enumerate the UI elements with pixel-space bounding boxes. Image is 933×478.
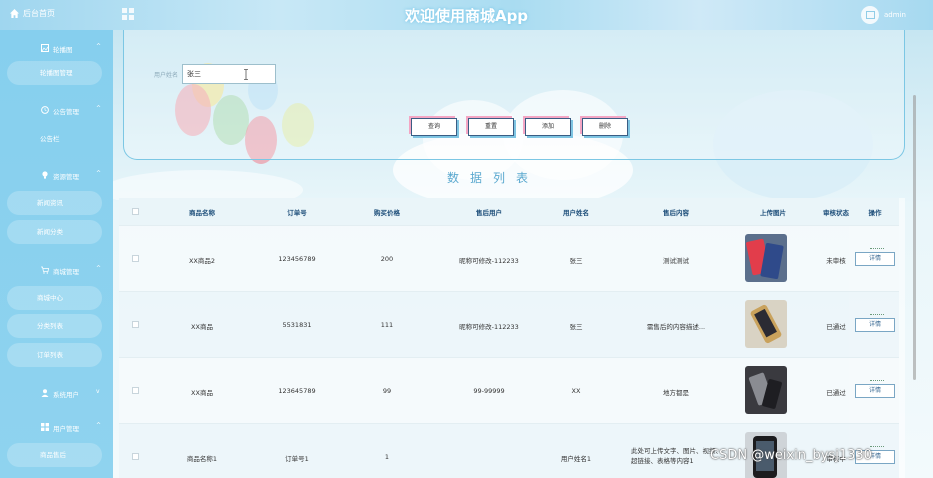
sidebar-group-banner[interactable]: 轮播图 ^ — [0, 37, 113, 59]
cell-content: 测试测试 — [663, 257, 689, 265]
sidebar-item-order-list[interactable]: 订单列表 — [7, 343, 102, 367]
cell-after-user: 昵称可修改-112233 — [459, 257, 519, 265]
chevron-up-icon: ^ — [96, 105, 102, 112]
col-after-user[interactable]: 售后用户 — [476, 207, 502, 217]
col-status[interactable]: 审核状态 — [823, 207, 849, 217]
col-product-name[interactable]: 商品名称 — [189, 207, 215, 217]
table-row: XX商品 5531831 111 昵称可修改-112233 张三 需售后的内容描… — [119, 291, 899, 357]
detail-button[interactable]: 详情 — [855, 248, 895, 266]
sidebar-group-label: 系统用户 — [53, 391, 79, 399]
chevron-up-icon: ^ — [96, 422, 102, 429]
cell-status: 已通过 — [826, 389, 846, 397]
cell-content: 需售后的内容描述... — [646, 323, 706, 331]
sidebar-item-news[interactable]: 新闻资讯 — [7, 191, 102, 215]
row-checkbox[interactable] — [132, 453, 139, 460]
cell-product-name: XX商品2 — [188, 257, 216, 265]
cart-icon — [41, 266, 49, 274]
cell-price: 99 — [382, 387, 392, 395]
add-button[interactable]: 添加 — [525, 118, 571, 136]
user-name-input[interactable] — [182, 64, 276, 84]
query-button[interactable]: 查询 — [411, 118, 457, 136]
image-icon — [865, 11, 875, 19]
phone-dark-icon[interactable] — [745, 366, 787, 414]
row-checkbox[interactable] — [132, 255, 139, 262]
cell-price: 111 — [380, 321, 394, 329]
sidebar-group-user-manage[interactable]: 用户管理 ^ — [0, 416, 113, 438]
cell-order-no: 123645789 — [278, 387, 316, 395]
sidebar-group-resource[interactable]: 资源管理 ^ — [0, 164, 113, 186]
cell-user-name: 用户姓名1 — [560, 455, 592, 463]
cell-product-name: XX商品 — [191, 323, 213, 331]
cell-price: 200 — [380, 255, 394, 263]
col-user-name[interactable]: 用户姓名 — [563, 207, 589, 217]
sidebar-item-mall-center[interactable]: 商城中心 — [7, 286, 102, 310]
col-image[interactable]: 上传图片 — [760, 207, 786, 217]
table-row: XX商品 123645789 99 99-99999 XX 地方都是 已通过 详… — [119, 357, 899, 423]
detail-button[interactable]: 详情 — [855, 380, 895, 398]
chevron-down-icon: v — [96, 388, 100, 395]
cell-after-user: 99-99999 — [473, 387, 505, 395]
sidebar-item-banner-manage[interactable]: 轮播图管理 — [7, 61, 102, 85]
row-checkbox[interactable] — [132, 321, 139, 328]
sidebar-group-mall[interactable]: 商城管理 ^ — [0, 259, 113, 281]
sidebar-group-system-user[interactable]: 系统用户 v — [0, 382, 113, 404]
vertical-scrollbar[interactable] — [913, 95, 916, 380]
avatar[interactable] — [861, 6, 879, 24]
sidebar-item-category-list[interactable]: 分类列表 — [7, 314, 102, 338]
cell-order-no: 5531831 — [282, 321, 312, 329]
cell-after-user: 昵称可修改-112233 — [459, 323, 519, 331]
chevron-up-icon: ^ — [96, 43, 102, 50]
chevron-up-icon: ^ — [96, 170, 102, 177]
col-order-no[interactable]: 订单号 — [287, 207, 307, 217]
sidebar-group-label: 用户管理 — [53, 425, 79, 433]
cell-content: 地方都是 — [663, 389, 689, 397]
row-checkbox[interactable] — [132, 387, 139, 394]
main-content: 用户姓名 查询 重置 添加 删除 数据列表 商品名称 订单号 购买价格 售后用户… — [113, 30, 933, 478]
sidebar-group-label: 轮播图 — [53, 46, 73, 54]
col-price[interactable]: 购买价格 — [374, 207, 400, 217]
cell-user-name: XX — [571, 387, 581, 395]
sidebar-group-notice[interactable]: 公告管理 ^ — [0, 99, 113, 121]
user-name[interactable]: admin — [884, 11, 906, 19]
watermark: CSDN @weixin_bysj1330 — [710, 448, 872, 463]
list-title: 数据列表 — [446, 171, 539, 185]
chevron-up-icon: ^ — [96, 265, 102, 272]
reset-button[interactable]: 重置 — [468, 118, 514, 136]
table-header: 商品名称 订单号 购买价格 售后用户 用户姓名 售后内容 上传图片 审核状态 操… — [119, 198, 899, 225]
cell-user-name: 张三 — [569, 257, 583, 265]
sidebar-item-notice-board[interactable]: 公告栏 — [7, 127, 102, 151]
table-row: XX商品2 123456789 200 昵称可修改-112233 张三 测试测试… — [119, 225, 899, 291]
sidebar: 轮播图 ^ 轮播图管理 公告管理 ^ 公告栏 资源管理 ^ 新闻资讯 新闻分类 … — [0, 30, 113, 478]
sidebar-item-news-category[interactable]: 新闻分类 — [7, 220, 102, 244]
bulb-icon — [42, 171, 48, 179]
cell-user-name: 张三 — [569, 323, 583, 331]
cell-product-name: XX商品 — [191, 389, 213, 397]
app-title: 欢迎使用商城App — [404, 7, 529, 25]
sidebar-item-after-sales[interactable]: 商品售后 — [7, 443, 102, 467]
col-actions: 操作 — [868, 209, 882, 217]
cell-status: 已通过 — [826, 323, 846, 331]
top-bar: 后台首页 欢迎使用商城App admin — [0, 0, 933, 30]
text-cursor-icon — [244, 69, 248, 80]
cell-product-name: 商品名称1 — [186, 455, 218, 463]
select-all-checkbox[interactable] — [132, 208, 139, 215]
clock-icon — [41, 106, 49, 114]
sidebar-group-label: 商城管理 — [53, 268, 79, 276]
col-content[interactable]: 售后内容 — [663, 207, 689, 217]
user-icon — [41, 389, 49, 397]
cell-order-no: 123456789 — [278, 255, 316, 263]
sidebar-group-label: 资源管理 — [53, 173, 79, 181]
search-panel: 用户姓名 查询 重置 添加 删除 — [123, 30, 905, 160]
image-icon — [41, 44, 49, 52]
cell-status: 未审核 — [826, 257, 846, 265]
cell-price: 1 — [384, 453, 390, 461]
phone-gold-icon[interactable] — [745, 300, 787, 348]
phone-red-icon[interactable] — [745, 234, 787, 282]
cell-order-no: 订单号1 — [285, 455, 309, 463]
grid-icon — [41, 423, 49, 431]
user-name-label: 用户姓名 — [154, 72, 179, 79]
detail-button[interactable]: 详情 — [855, 314, 895, 332]
sidebar-group-label: 公告管理 — [53, 108, 79, 116]
delete-button[interactable]: 删除 — [582, 118, 628, 136]
